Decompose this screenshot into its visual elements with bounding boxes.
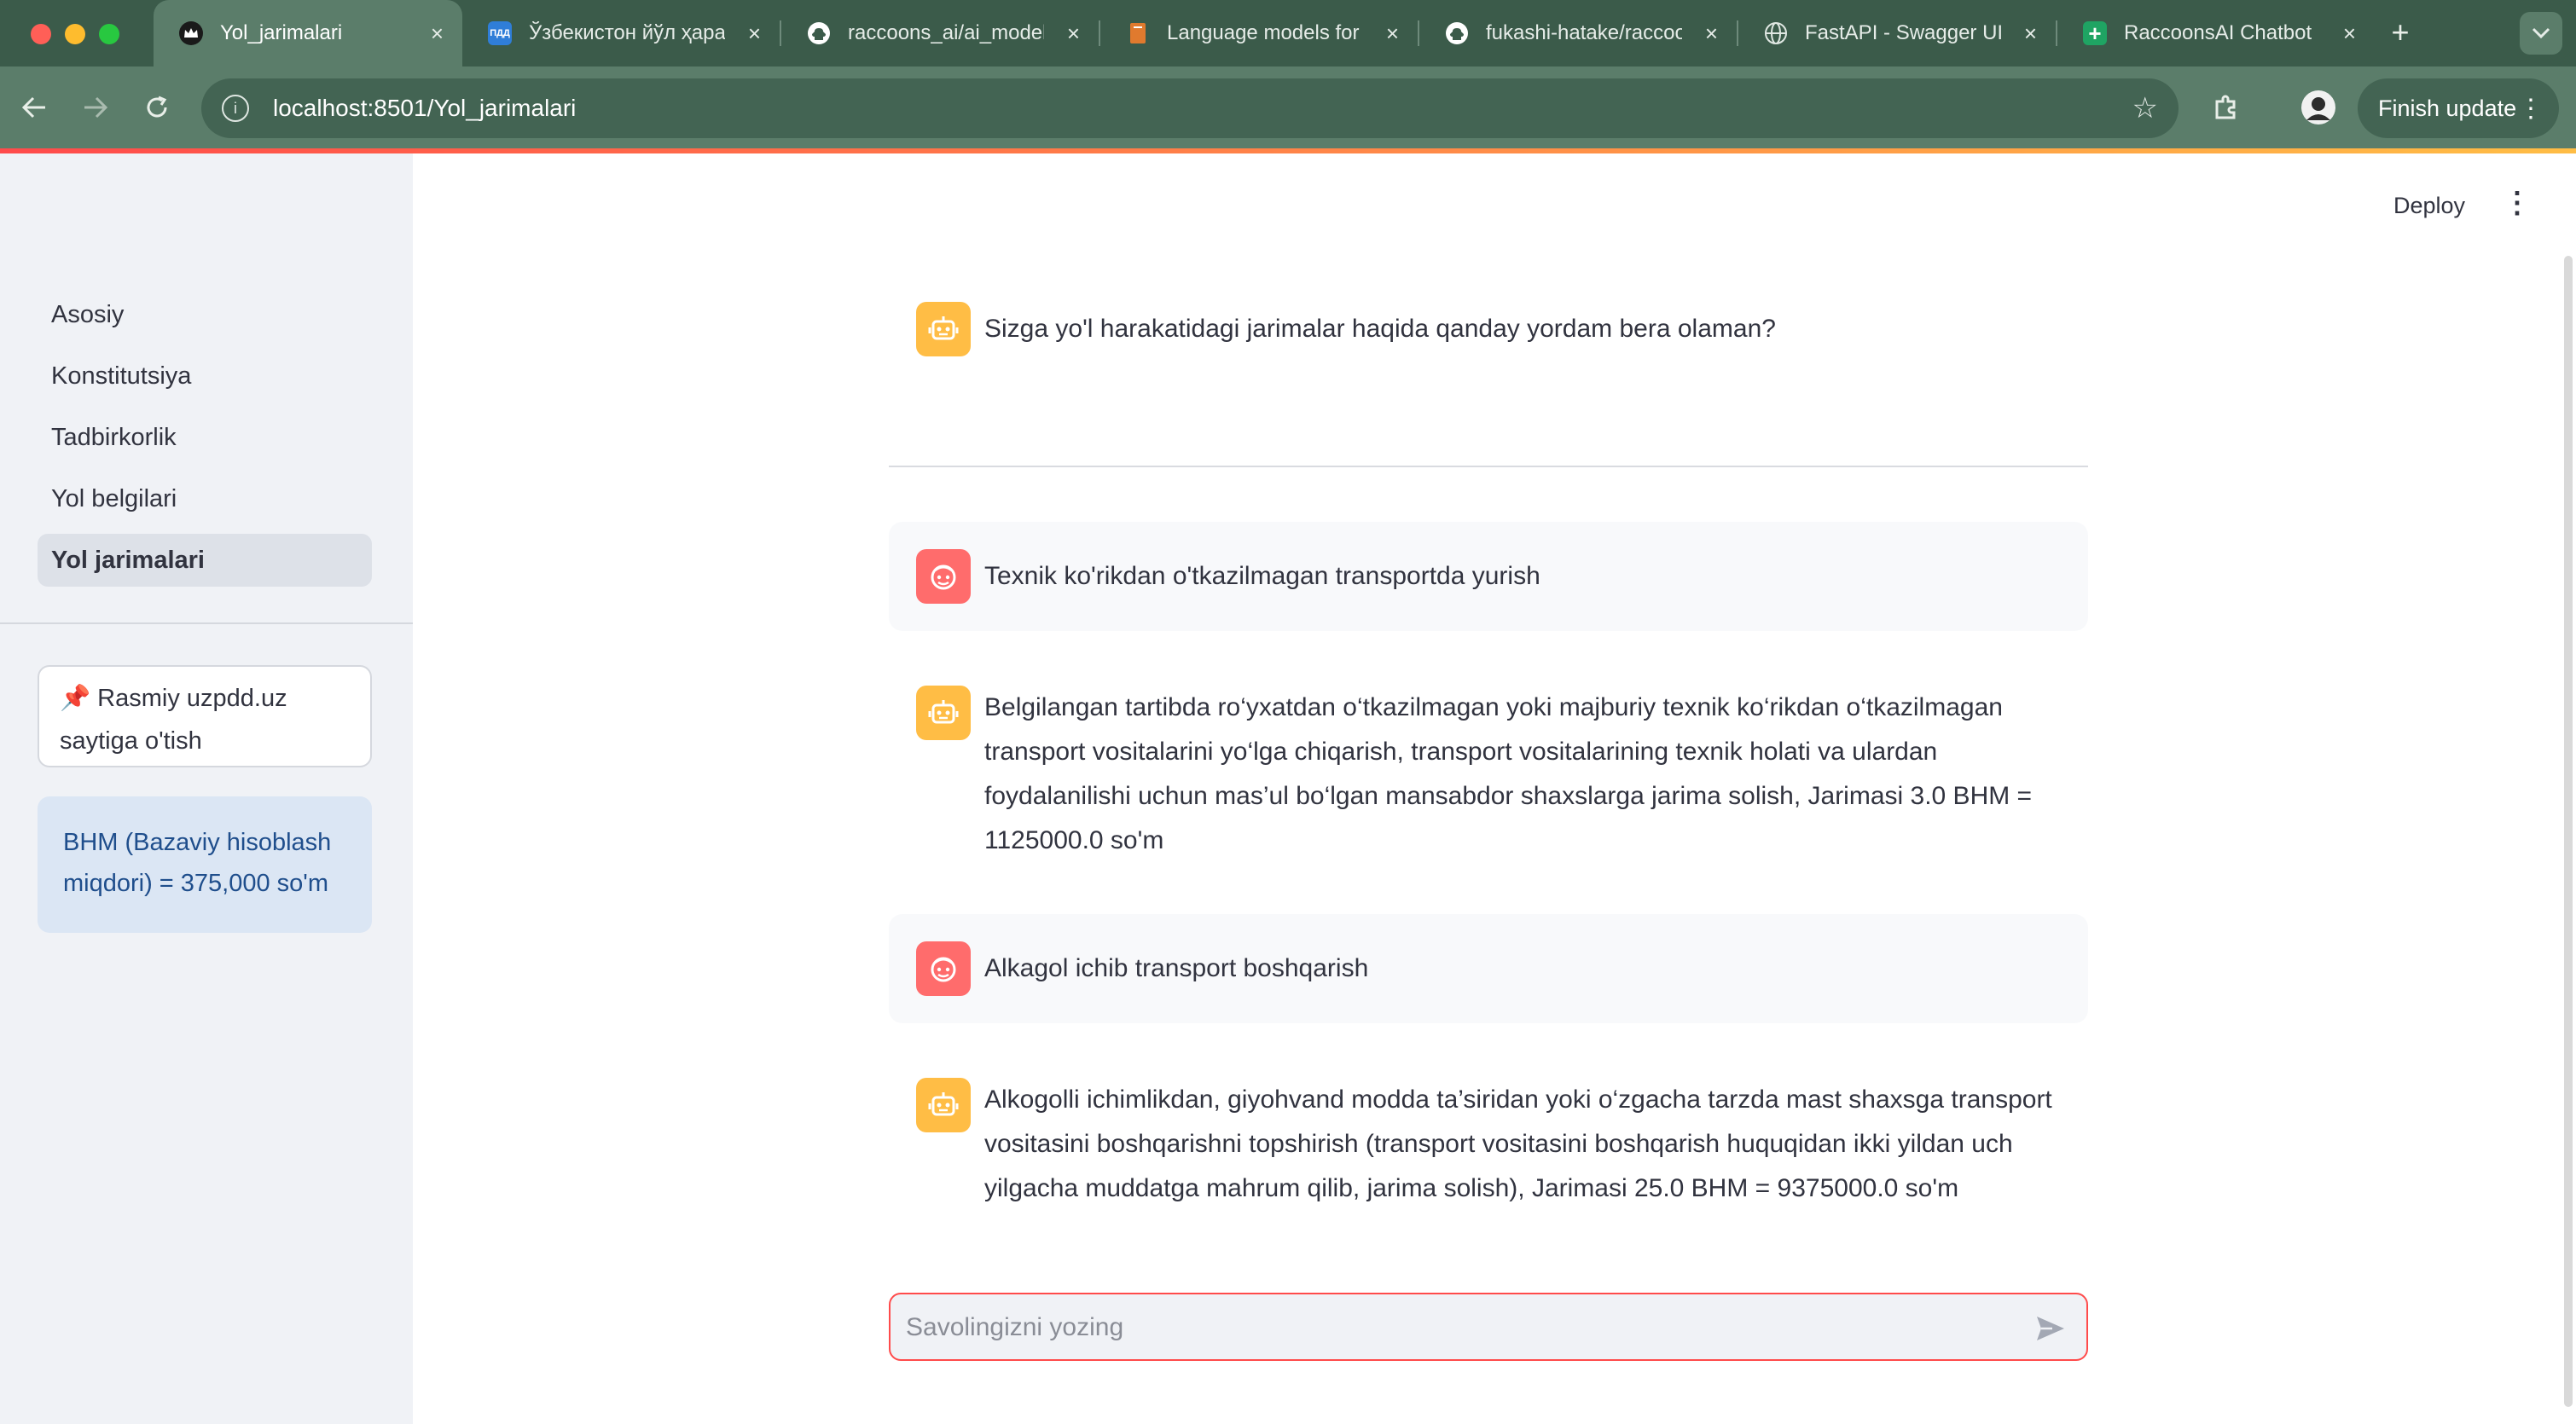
github-icon: [807, 21, 831, 45]
sidebar-item-label: Yol belgilari: [51, 484, 177, 512]
tab-search-button[interactable]: [2520, 12, 2562, 55]
message-text: Alkogolli ichimlikdan, giyohvand modda t…: [984, 1085, 2052, 1202]
bot-avatar: [916, 302, 971, 356]
tab-title: RaccoonsAI Chatbot: [2124, 21, 2312, 44]
github-icon: [1445, 21, 1469, 45]
new-tab-button[interactable]: +: [2378, 10, 2422, 55]
sidebar-item-konstitutsiya[interactable]: Konstitutsiya: [38, 350, 372, 402]
avatar-icon: [2301, 90, 2335, 124]
robot-icon: [928, 700, 959, 724]
chat-input[interactable]: [904, 1306, 2016, 1349]
bookmark-star-icon[interactable]: ☆: [2132, 91, 2158, 125]
sidebar: Asosiy Konstitutsiya Tadbirkorlik Yol be…: [0, 153, 413, 1424]
chevron-down-icon: [2532, 27, 2550, 39]
chat-message-user: Texnik ko'rikdan o'tkazilmagan transport…: [889, 522, 2088, 631]
close-tab-icon[interactable]: ×: [1386, 20, 1399, 47]
sidebar-item-label: Asosiy: [51, 300, 125, 328]
face-icon: [931, 564, 956, 590]
link-button-label-line1: Rasmiy uzpdd.uz: [97, 685, 287, 712]
info-text-line2: miqdori) = 375,000 so'm: [63, 870, 328, 897]
sidebar-item-tadbirkorlik[interactable]: Tadbirkorlik: [38, 411, 372, 464]
browser-tab[interactable]: FastAPI - Swagger UI ×: [1738, 0, 2056, 67]
pushpin-icon: 📌: [60, 685, 91, 712]
chat-message-assistant: Alkogolli ichimlikdan, giyohvand modda t…: [889, 1052, 2088, 1223]
finish-update-button[interactable]: Finish update ⋮: [2358, 78, 2559, 138]
sidebar-item-label: Konstitutsiya: [51, 362, 192, 390]
deploy-button[interactable]: Deploy: [2393, 193, 2465, 219]
chat-message-assistant-greeting: Sizga yo'l harakatidagi jarimalar haqida…: [889, 288, 2088, 370]
address-bar[interactable]: i localhost:8501/Yol_jarimalari ☆: [201, 78, 2179, 138]
close-tab-icon[interactable]: ×: [748, 20, 761, 47]
sidebar-item-label: Yol jarimalari: [51, 546, 205, 574]
reload-icon: [147, 96, 167, 118]
close-tab-icon[interactable]: ×: [2024, 20, 2037, 47]
globe-icon: [1764, 21, 1788, 45]
close-tab-icon[interactable]: ×: [1705, 20, 1718, 47]
arrow-right-icon: [84, 96, 108, 119]
uzpdd-link-button[interactable]: 📌 Rasmiy uzpdd.uz saytiga o'tish: [38, 665, 372, 767]
user-avatar: [916, 549, 971, 604]
tab-title: raccoons_ai/ai_models: [848, 21, 1044, 44]
tab-title: Language models for: [1167, 21, 1360, 44]
reload-button[interactable]: [135, 85, 179, 130]
back-button[interactable]: [12, 85, 56, 130]
message-text: Texnik ko'rikdan o'tkazilmagan transport…: [984, 562, 1540, 590]
chat-input-container: [889, 1293, 2088, 1361]
crown-icon: [179, 21, 203, 45]
pdd-icon: ПДД: [488, 21, 512, 45]
chat-message-user: Alkagol ichib transport boshqarish: [889, 914, 2088, 1023]
message-text: Sizga yo'l harakatidagi jarimalar haqida…: [984, 315, 1776, 343]
sidebar-divider: [0, 622, 413, 624]
more-vert-icon[interactable]: ⋮: [2518, 94, 2544, 124]
bot-avatar: [916, 686, 971, 740]
tab-title: Yol_jarimalari: [220, 21, 343, 44]
sidebar-item-asosiy[interactable]: Asosiy: [38, 288, 372, 341]
browser-tab[interactable]: ПДД Ўзбекистон йўл ҳаракати ×: [462, 0, 780, 67]
sheets-icon: +: [2083, 20, 2107, 46]
send-button[interactable]: [2034, 1311, 2068, 1346]
browser-tab[interactable]: + RaccoonsAI Chatbot ×: [2057, 0, 2375, 67]
send-icon: [2037, 1317, 2064, 1340]
close-window-button[interactable]: [31, 24, 51, 44]
extensions-button[interactable]: [2204, 85, 2248, 130]
face-icon: [931, 957, 956, 982]
close-tab-icon[interactable]: ×: [431, 20, 444, 47]
browser-tab[interactable]: Language models for ×: [1100, 0, 1418, 67]
bhm-info-box: BHM (Bazaviy hisoblash miqdori) = 375,00…: [38, 796, 372, 933]
tab-title: FastAPI - Swagger UI: [1805, 21, 2001, 44]
user-avatar: [916, 941, 971, 996]
sidebar-item-yol-jarimalari[interactable]: Yol jarimalari: [38, 534, 372, 587]
browser-tab-active[interactable]: Yol_jarimalari ×: [154, 0, 462, 67]
maximize-window-button[interactable]: [99, 24, 119, 44]
book-icon: [1126, 21, 1150, 45]
close-tab-icon[interactable]: ×: [1067, 20, 1080, 47]
puzzle-icon: [2215, 95, 2236, 119]
url-text[interactable]: localhost:8501/Yol_jarimalari: [273, 95, 576, 122]
browser-tab[interactable]: raccoons_ai/ai_models ×: [781, 0, 1099, 67]
chat-divider: [889, 466, 2088, 467]
scrollbar[interactable]: [2564, 256, 2573, 1407]
browser-tab-bar: Yol_jarimalari × ПДД Ўзбекистон йўл ҳара…: [0, 0, 2576, 67]
robot-icon: [928, 316, 959, 340]
finish-update-label: Finish update: [2378, 95, 2517, 121]
bot-avatar: [916, 1078, 971, 1132]
message-text: Alkagol ichib transport boshqarish: [984, 954, 1369, 982]
forward-button[interactable]: [73, 85, 118, 130]
info-icon[interactable]: i: [222, 95, 249, 122]
tab-title: Ўзбекистон йўл ҳаракати: [529, 21, 725, 44]
minimize-window-button[interactable]: [65, 24, 85, 44]
sidebar-item-yol-belgilari[interactable]: Yol belgilari: [38, 472, 372, 525]
info-text-line1: BHM (Bazaviy hisoblash: [63, 829, 332, 856]
sidebar-item-label: Tadbirkorlik: [51, 423, 177, 451]
main-menu-icon[interactable]: ⋮: [2503, 186, 2532, 220]
tab-title: fukashi-hatake/raccoons: [1486, 21, 1682, 44]
robot-icon: [928, 1092, 959, 1116]
message-text: Belgilangan tartibda ro‘yxatdan o‘tkazil…: [984, 693, 2033, 854]
profile-avatar[interactable]: [2296, 85, 2341, 130]
browser-tab[interactable]: fukashi-hatake/raccoons ×: [1419, 0, 1737, 67]
chat-message-assistant: Belgilangan tartibda ro‘yxatdan o‘tkazil…: [889, 660, 2088, 865]
link-button-label-line2: saytiga o'tish: [60, 727, 202, 755]
close-tab-icon[interactable]: ×: [2343, 20, 2356, 47]
arrow-left-icon: [21, 96, 45, 119]
